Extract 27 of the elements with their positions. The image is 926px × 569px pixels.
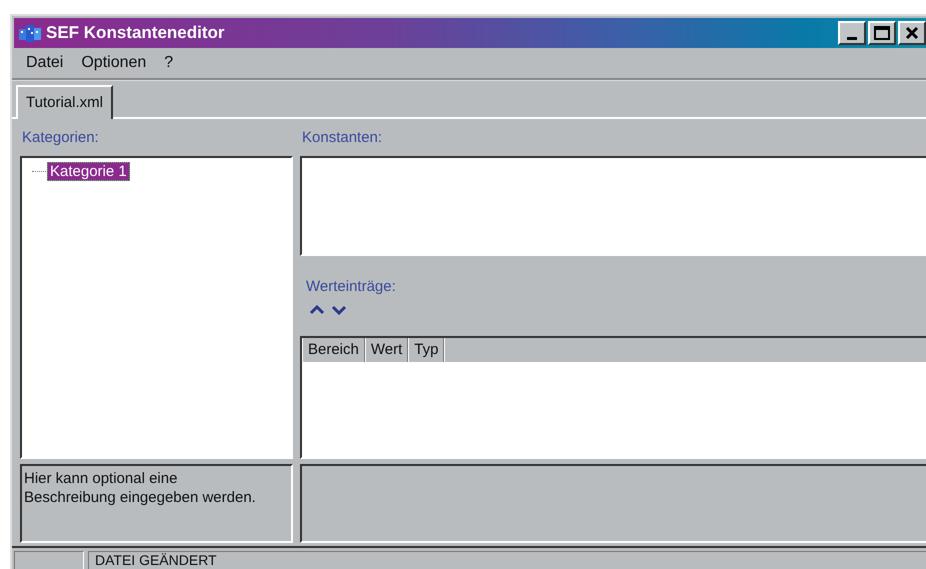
app-icon [18,23,42,43]
minimize-icon [847,36,857,40]
status-panel [14,551,84,569]
menu-item[interactable]: Optionen [73,52,154,74]
move-up-icon[interactable] [310,304,324,314]
menu-item[interactable]: Datei [18,52,72,74]
close-icon [905,26,919,40]
constants-list[interactable] [300,156,926,256]
window-title: SEF Konstanteneditor [46,23,226,43]
section-label: Konstanten: [301,129,384,146]
file-tab[interactable]: Tutorial.xml [16,85,113,119]
status-text: DATEI GEÄNDERT [95,552,217,568]
menu-item[interactable]: ? [156,52,182,74]
tree-item[interactable]: Kategorie 1 [47,162,130,181]
column-header[interactable]: Bereich [302,338,365,362]
column-header[interactable]: Typ [408,338,444,362]
minimize-button[interactable] [838,21,866,45]
section-label: Werteinträge: [305,278,396,294]
section-label: Kategorien: [21,129,100,146]
column-header[interactable]: Wert [364,338,408,362]
description-text: Hier kann optional eine Beschreibung eingegeben werden. [24,469,257,507]
maximize-icon [874,26,890,40]
description-field[interactable]: Hier kann optional eine Beschreibung eingegeben werden. [20,464,293,543]
move-down-icon[interactable] [332,304,346,314]
category-tree[interactable]: Kategorie 1 [20,156,293,459]
close-button[interactable] [898,21,926,45]
maximize-button[interactable] [868,21,896,45]
